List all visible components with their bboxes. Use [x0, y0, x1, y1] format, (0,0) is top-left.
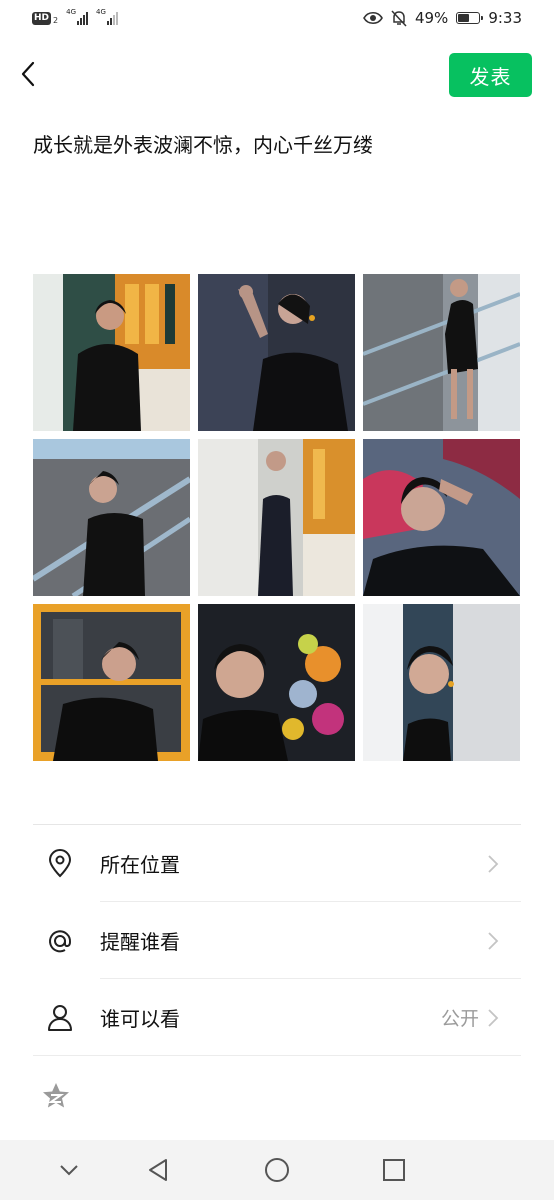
mention-label: 提醒谁看 [100, 930, 180, 954]
visibility-option[interactable]: 谁可以看 公开 [33, 979, 521, 1056]
person-icon [48, 1005, 72, 1031]
photo-image [198, 439, 355, 596]
photo-thumbnail[interactable] [33, 439, 190, 596]
chevron-right-icon [488, 1009, 499, 1027]
back-triangle-icon[interactable] [142, 1154, 174, 1186]
chevron-right-icon [488, 932, 499, 950]
photo-image [363, 439, 520, 596]
photo-image [198, 604, 355, 761]
network-type-1: 4G [66, 8, 76, 16]
visibility-label: 谁可以看 [100, 1007, 180, 1031]
status-left: HD 2 4G 4G [32, 8, 118, 25]
battery-icon [456, 12, 484, 24]
photo-thumbnail[interactable] [363, 274, 520, 431]
network-type-2: 4G [96, 8, 106, 16]
hd-voice-icon: HD [32, 12, 52, 25]
signal-sim1: 4G [66, 8, 88, 25]
photo-thumbnail[interactable] [33, 604, 190, 761]
publish-button[interactable]: 发表 [449, 53, 532, 97]
home-circle-icon[interactable] [261, 1154, 293, 1186]
signal-bars-icon [77, 11, 88, 25]
location-pin-icon [48, 849, 72, 878]
battery-percent: 49% [414, 9, 449, 27]
chevron-down-icon[interactable] [53, 1154, 85, 1186]
photo-image [33, 274, 190, 431]
hd-sim-index: 2 [53, 16, 59, 25]
photo-thumbnail[interactable] [363, 439, 520, 596]
clock: 9:33 [488, 9, 522, 27]
divider [33, 1055, 521, 1056]
status-bar: HD 2 4G 4G 49% 9:33 [0, 0, 554, 40]
system-navigation-bar [0, 1140, 554, 1200]
back-button[interactable] [10, 56, 46, 92]
chevron-right-icon [488, 855, 499, 873]
photo-image [363, 604, 520, 761]
star-icon[interactable] [40, 1080, 72, 1112]
post-moments-screen: HD 2 4G 4G 49% 9:33 发表 成长就是外表波澜不惊，内心千丝万缕… [0, 0, 554, 1200]
signal-bars-icon [106, 11, 118, 25]
photo-grid [33, 274, 521, 761]
photo-thumbnail[interactable] [33, 274, 190, 431]
chevron-left-icon [21, 61, 35, 87]
post-text[interactable]: 成长就是外表波澜不惊，内心千丝万缕 [33, 130, 523, 160]
photo-image [33, 604, 190, 761]
visibility-value: 公开 [440, 1008, 479, 1030]
location-label: 所在位置 [100, 853, 180, 877]
bell-off-icon [391, 9, 407, 27]
photo-image [363, 274, 520, 431]
battery-fill [458, 14, 470, 22]
recents-square-icon[interactable] [378, 1154, 410, 1186]
photo-thumbnail[interactable] [198, 604, 355, 761]
status-right: 49% 9:33 [363, 9, 522, 27]
photo-thumbnail[interactable] [198, 274, 355, 431]
signal-sim2: 4G [96, 8, 118, 25]
photo-thumbnail[interactable] [198, 439, 355, 596]
photo-image [198, 274, 355, 431]
location-option[interactable]: 所在位置 [33, 825, 521, 902]
eye-icon [363, 11, 383, 25]
at-icon [49, 930, 72, 953]
photo-thumbnail[interactable] [363, 604, 520, 761]
photo-image [33, 439, 190, 596]
mention-option[interactable]: 提醒谁看 [33, 902, 521, 979]
post-options: 所在位置 提醒谁看 谁可以看 公开 [33, 824, 521, 1056]
